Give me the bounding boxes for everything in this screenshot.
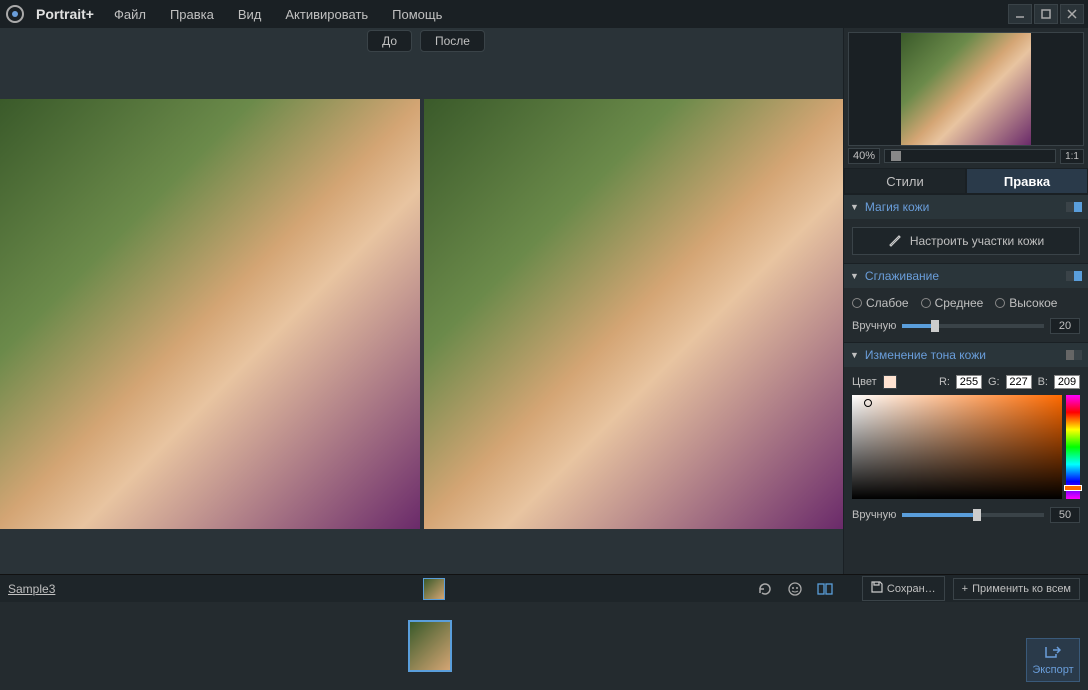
face-detect-icon[interactable] bbox=[784, 578, 806, 600]
smoothing-slider[interactable] bbox=[902, 324, 1044, 328]
smoothing-value[interactable]: 20 bbox=[1050, 318, 1080, 334]
zoom-1to1-button[interactable]: 1:1 bbox=[1060, 149, 1084, 164]
app-name: Portrait+ bbox=[36, 6, 94, 22]
window-controls bbox=[1006, 4, 1084, 24]
section-smoothing-header[interactable]: ▼ Сглаживание bbox=[844, 264, 1088, 288]
skin-tone-slider[interactable] bbox=[902, 513, 1044, 517]
chevron-down-icon: ▼ bbox=[850, 271, 859, 281]
smoothing-manual-label: Вручную bbox=[852, 320, 896, 332]
skin-tone-manual-label: Вручную bbox=[852, 509, 896, 521]
app-logo-icon bbox=[4, 3, 26, 25]
smoothing-toggle[interactable] bbox=[1066, 271, 1082, 281]
menu-file[interactable]: Файл bbox=[114, 7, 146, 22]
compare-view-icon[interactable] bbox=[814, 578, 836, 600]
current-thumb[interactable] bbox=[423, 578, 445, 600]
right-panel: 40% 1:1 Стили Правка ▼ Магия кожи Настро… bbox=[843, 28, 1088, 574]
configure-skin-areas-button[interactable]: Настроить участки кожи bbox=[852, 227, 1080, 255]
save-icon bbox=[871, 581, 883, 596]
main-menu: Файл Правка Вид Активировать Помощь bbox=[114, 7, 442, 22]
color-sat-val-picker[interactable] bbox=[852, 395, 1062, 499]
plus-icon: + bbox=[962, 583, 968, 595]
menu-help[interactable]: Помощь bbox=[392, 7, 442, 22]
color-swatch[interactable] bbox=[883, 375, 897, 389]
export-icon bbox=[1045, 645, 1061, 662]
filename-link[interactable]: Sample3 bbox=[8, 582, 55, 596]
chevron-down-icon: ▼ bbox=[850, 350, 859, 360]
zoom-percent[interactable]: 40% bbox=[848, 148, 880, 164]
footer-toolbar: Sample3 Сохран… + Применить ко всем bbox=[0, 574, 1088, 602]
menu-edit[interactable]: Правка bbox=[170, 7, 214, 22]
color-hue-slider[interactable] bbox=[1066, 395, 1080, 499]
refresh-icon[interactable] bbox=[754, 578, 776, 600]
chevron-down-icon: ▼ bbox=[850, 202, 859, 212]
close-button[interactable] bbox=[1060, 4, 1084, 24]
section-skin-magic-header[interactable]: ▼ Магия кожи bbox=[844, 195, 1088, 219]
smoothing-high-radio[interactable]: Высокое bbox=[995, 296, 1057, 310]
apply-all-button[interactable]: + Применить ко всем bbox=[953, 578, 1080, 600]
export-button[interactable]: Экспорт bbox=[1026, 638, 1080, 682]
save-button[interactable]: Сохран… bbox=[862, 576, 945, 601]
section-skin-magic: ▼ Магия кожи Настроить участки кожи bbox=[844, 194, 1088, 263]
after-label: После bbox=[420, 30, 485, 52]
section-skin-tone: ▼ Изменение тона кожи Цвет R:255 G:227 B… bbox=[844, 342, 1088, 531]
smoothing-weak-radio[interactable]: Слабое bbox=[852, 296, 909, 310]
tab-styles[interactable]: Стили bbox=[844, 168, 966, 194]
minimize-button[interactable] bbox=[1008, 4, 1032, 24]
tab-edit[interactable]: Правка bbox=[966, 168, 1088, 194]
image-viewer: До После bbox=[0, 28, 843, 574]
skin-magic-toggle[interactable] bbox=[1066, 202, 1082, 212]
skin-tone-value[interactable]: 50 bbox=[1050, 507, 1080, 523]
section-smoothing: ▼ Сглаживание Слабое Среднее Высокое Вру… bbox=[844, 263, 1088, 342]
color-b-input[interactable]: 209 bbox=[1054, 375, 1080, 389]
filmstrip: Экспорт bbox=[0, 602, 1088, 690]
color-r-input[interactable]: 255 bbox=[956, 375, 982, 389]
navigator-preview: 40% 1:1 bbox=[844, 28, 1088, 168]
color-g-input[interactable]: 227 bbox=[1006, 375, 1032, 389]
filmstrip-thumb-selected[interactable] bbox=[408, 620, 452, 672]
maximize-button[interactable] bbox=[1034, 4, 1058, 24]
skin-tone-toggle[interactable] bbox=[1066, 350, 1082, 360]
zoom-slider[interactable] bbox=[884, 149, 1056, 163]
before-image-pane[interactable] bbox=[0, 54, 420, 574]
section-skin-tone-header[interactable]: ▼ Изменение тона кожи bbox=[844, 343, 1088, 367]
menu-activate[interactable]: Активировать bbox=[285, 7, 368, 22]
before-label: До bbox=[367, 30, 412, 52]
smoothing-medium-radio[interactable]: Среднее bbox=[921, 296, 984, 310]
brush-icon bbox=[888, 233, 902, 250]
navigator-image[interactable] bbox=[848, 32, 1084, 146]
menu-view[interactable]: Вид bbox=[238, 7, 262, 22]
titlebar: Portrait+ Файл Правка Вид Активировать П… bbox=[0, 0, 1088, 28]
after-image-pane[interactable] bbox=[424, 54, 844, 574]
